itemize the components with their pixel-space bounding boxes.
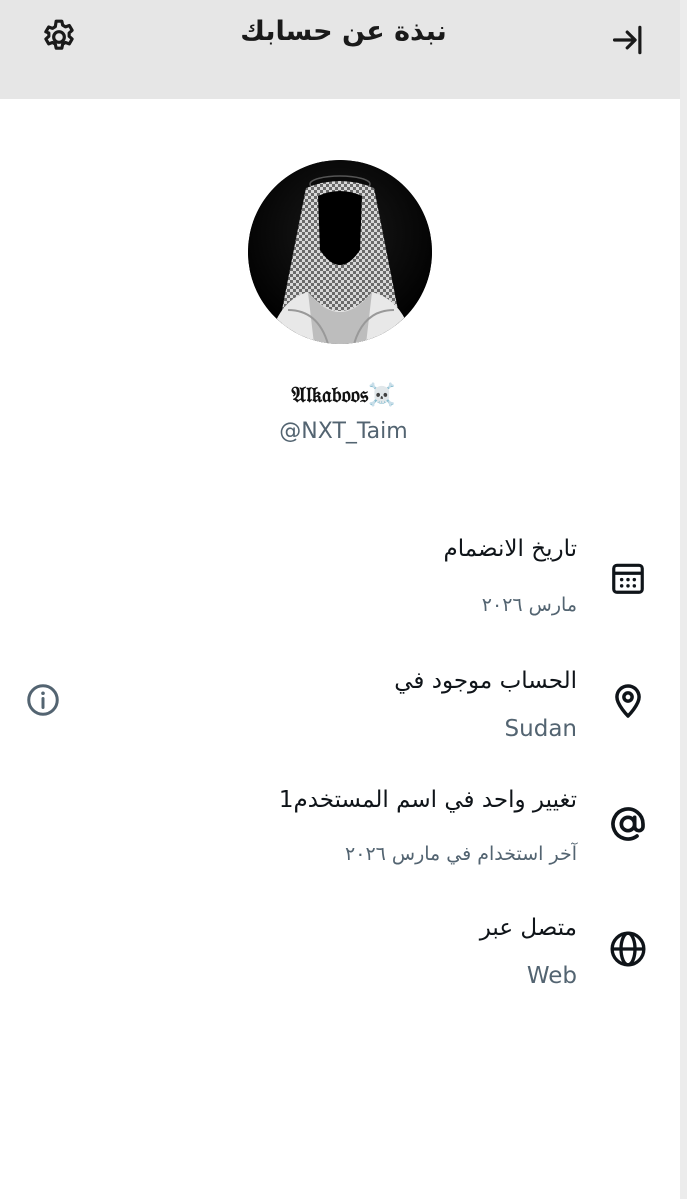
location-pin-icon [607, 680, 649, 722]
username-change-label: تغيير واحد في اسم المستخدم1 [278, 787, 577, 813]
avatar[interactable] [248, 160, 432, 344]
page-title: نبذة عن حسابك [240, 16, 447, 47]
account-location-value: Sudan [504, 716, 577, 742]
account-location-label: الحساب موجود في [394, 668, 577, 694]
at-sign-icon [607, 803, 649, 845]
username-handle: @NXT_Taim [279, 419, 408, 444]
globe-icon [607, 928, 649, 970]
join-date-label: تاريخ الانضمام [443, 536, 577, 562]
connected-via-value: Web [526, 963, 577, 989]
join-date-value: مارس ٢٠٢٦ [481, 594, 577, 616]
top-bar: نبذة عن حسابك [0, 0, 687, 99]
connected-via-label: متصل عبر [479, 915, 577, 941]
display-name: 𝔄𝔩𝔨𝔞𝔟𝔬𝔬𝔰☠️ [291, 382, 396, 408]
calendar-icon [607, 557, 649, 599]
username-change-value: آخر استخدام في مارس ٢٠٢٦ [345, 843, 577, 865]
info-icon[interactable] [22, 679, 64, 721]
scroll-edge [680, 0, 687, 1199]
exit-arrow-icon[interactable] [608, 20, 648, 60]
